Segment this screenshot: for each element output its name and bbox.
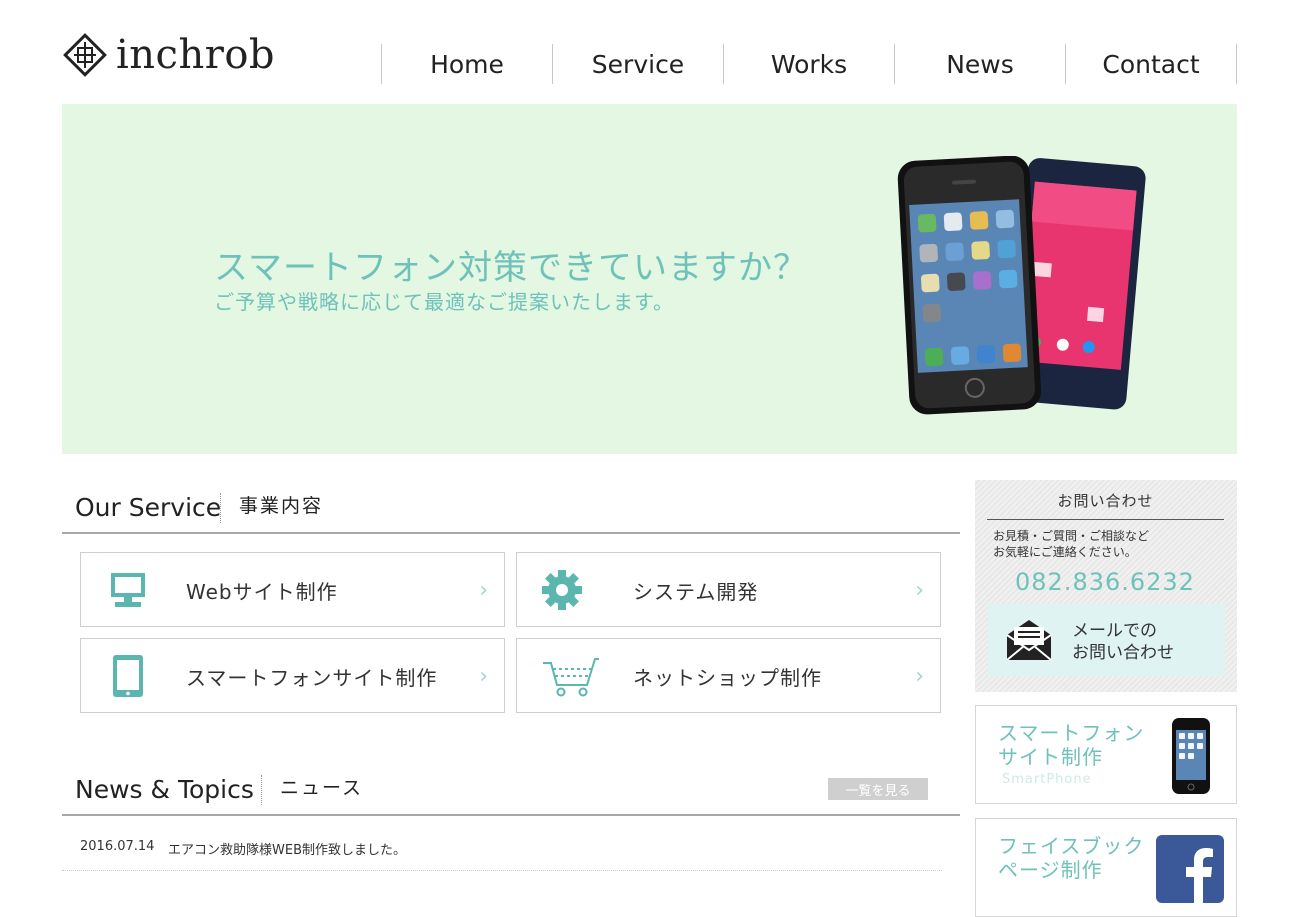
main-nav: Home Service Works News Contact xyxy=(381,44,1237,84)
service-heading: Our Service 事業内容 xyxy=(62,480,960,534)
mail-label-line2: お問い合わせ xyxy=(1072,643,1174,663)
nav-service[interactable]: Service xyxy=(552,44,723,84)
banner-line1: フェイスブック xyxy=(998,834,1145,858)
banner-line1: スマートフォン xyxy=(998,721,1145,745)
heading-divider xyxy=(261,775,263,805)
monitor-icon xyxy=(111,573,145,607)
facebook-icon xyxy=(1156,835,1224,903)
chevron-right-icon: › xyxy=(915,664,924,689)
service-system-label: システム開発 xyxy=(633,580,759,604)
mail-contact-label: メールでの お問い合わせ xyxy=(1072,620,1174,664)
hero-banner: スマートフォン対策できていますか？ ご予算や戦略に応じて最適なご提案いたします。 xyxy=(62,104,1237,454)
service-netshop-label: ネットショップ制作 xyxy=(633,666,822,690)
chevron-right-icon: › xyxy=(479,664,488,689)
heading-divider xyxy=(220,493,222,523)
contact-title: お問い合わせ xyxy=(987,490,1224,520)
service-heading-jp: 事業内容 xyxy=(239,495,324,517)
hero-title: スマートフォン対策できていますか？ xyxy=(214,248,808,288)
envelope-icon xyxy=(1006,620,1052,661)
banner-line2: ページ制作 xyxy=(998,858,1103,882)
facebook-banner-title: フェイスブック ページ制作 xyxy=(998,834,1144,882)
mail-label-line1: メールでの xyxy=(1072,621,1157,641)
nav-works[interactable]: Works xyxy=(723,44,894,84)
contact-box: お問い合わせ お見積・ご質問・ご相談など お気軽にご連絡ください。 082.83… xyxy=(975,480,1237,692)
news-date: 2016.07.14 xyxy=(80,839,155,854)
contact-description: お見積・ご質問・ご相談など お気軽にご連絡ください。 xyxy=(993,528,1149,560)
hero-subtitle: ご予算や戦略に応じて最適なご提案いたします。 xyxy=(214,290,674,314)
news-heading-en: News & Topics xyxy=(75,775,254,804)
smartphone-banner-title: スマートフォン サイト制作 xyxy=(998,721,1144,769)
service-smartphone-label: スマートフォンサイト制作 xyxy=(186,666,438,690)
iphone-icon xyxy=(1172,718,1210,794)
mail-contact-button[interactable]: メールでの お問い合わせ xyxy=(988,604,1225,676)
chevron-right-icon: › xyxy=(479,578,488,603)
nav-contact[interactable]: Contact xyxy=(1065,44,1237,84)
smartphone-banner-sub: SmartPhone xyxy=(1002,772,1092,787)
nav-news[interactable]: News xyxy=(894,44,1065,84)
contact-desc-line2: お気軽にご連絡ください。 xyxy=(993,545,1137,559)
cart-icon xyxy=(543,658,599,697)
banner-line2: サイト制作 xyxy=(998,745,1103,769)
service-netshop[interactable]: ネットショップ制作 › xyxy=(516,638,941,713)
news-item[interactable]: 2016.07.14 エアコン救助隊様WEB制作致しました。 xyxy=(62,830,942,871)
service-smartphone[interactable]: スマートフォンサイト制作 › xyxy=(80,638,505,713)
service-heading-en: Our Service xyxy=(75,493,222,522)
chevron-right-icon: › xyxy=(915,578,924,603)
logo-text: inchrob xyxy=(116,32,276,78)
logo-mark-icon xyxy=(63,33,107,77)
news-heading-jp: ニュース xyxy=(280,777,364,799)
contact-desc-line1: お見積・ご質問・ご相談など xyxy=(993,529,1150,543)
news-title-link[interactable]: エアコン救助隊様WEB制作致しました。 xyxy=(168,839,406,858)
nav-home[interactable]: Home xyxy=(381,44,552,84)
facebook-banner[interactable]: フェイスブック ページ制作 xyxy=(975,818,1237,917)
smartphone-banner[interactable]: スマートフォン サイト制作 SmartPhone xyxy=(975,705,1237,804)
service-web-label: Webサイト制作 xyxy=(186,580,338,604)
news-heading: News & Topics ニュース xyxy=(62,763,960,816)
gear-icon xyxy=(542,570,582,610)
service-system[interactable]: システム開発 › xyxy=(516,552,941,627)
news-more-button[interactable]: 一覧を見る xyxy=(828,778,928,800)
site-logo[interactable]: inchrob xyxy=(62,30,275,80)
tablet-icon xyxy=(113,655,143,697)
service-web[interactable]: Webサイト制作 › xyxy=(80,552,505,627)
smartphones-image xyxy=(897,156,1146,415)
contact-phone[interactable]: 082.836.6232 xyxy=(1015,568,1195,596)
